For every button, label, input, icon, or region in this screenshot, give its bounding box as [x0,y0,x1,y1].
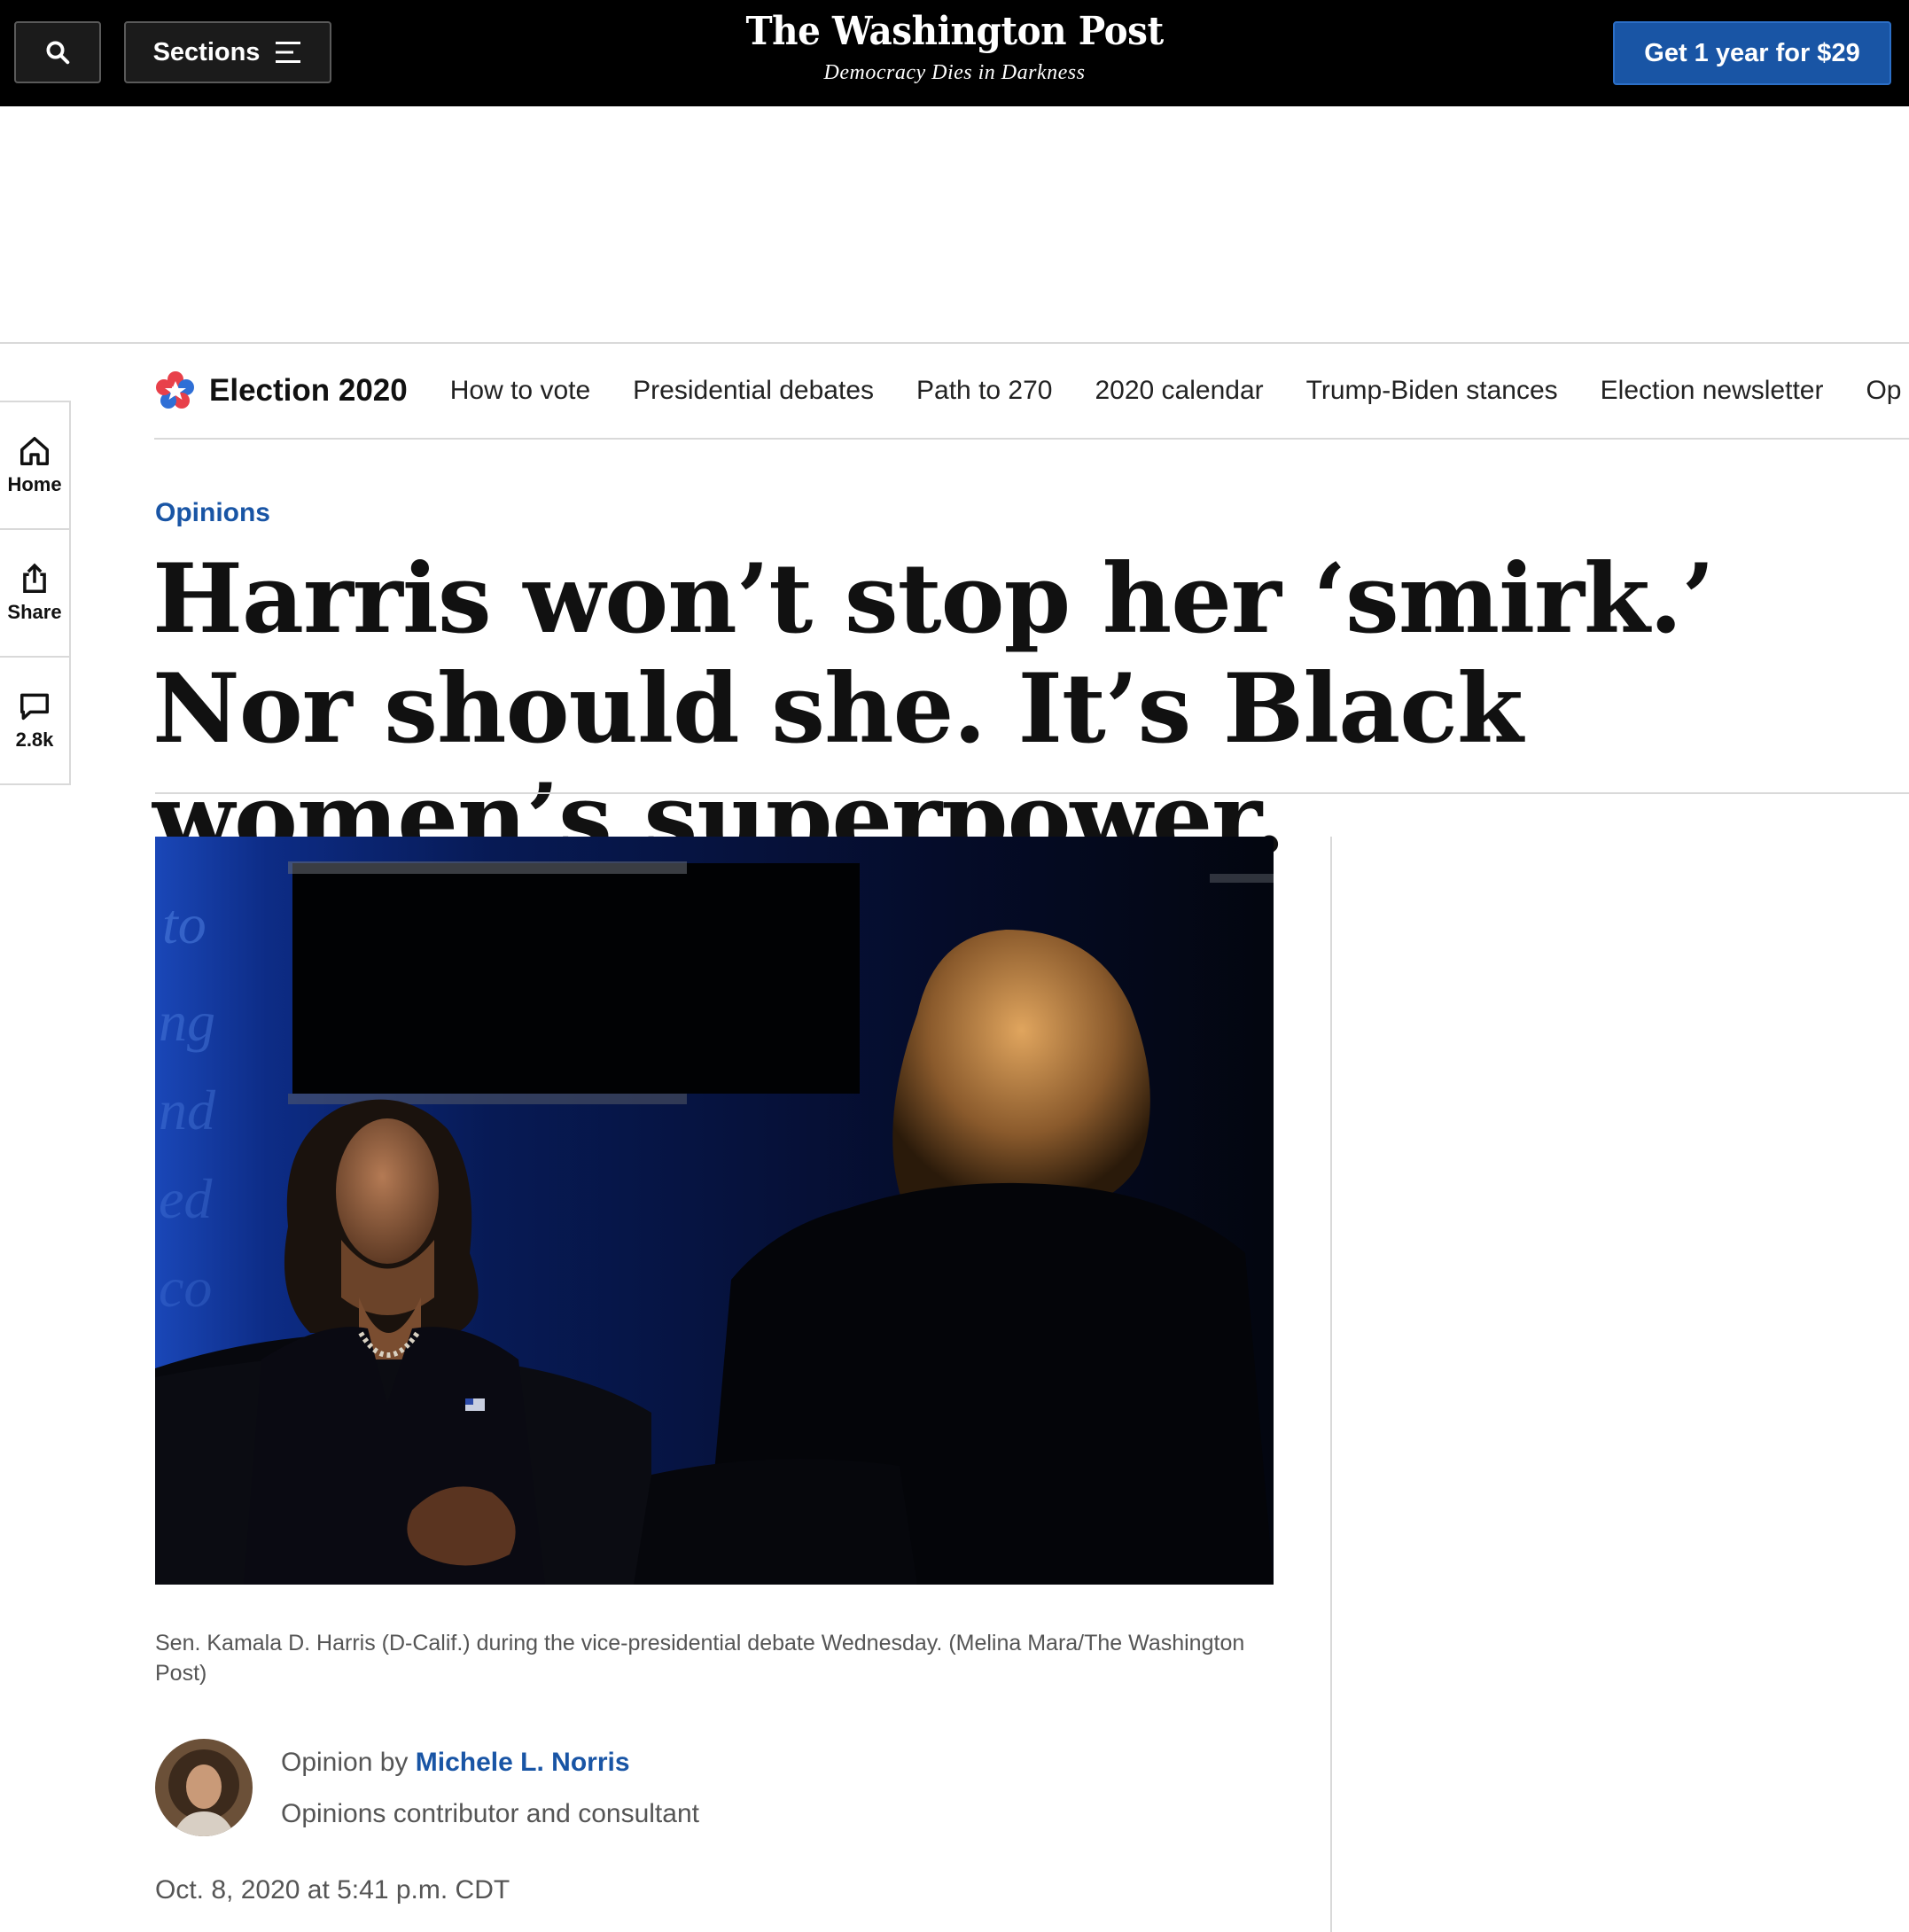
site-header: Sections The Washington Post Democracy D… [0,0,1909,106]
nav-link-how-to-vote[interactable]: How to vote [450,376,590,406]
lead-photo: to ng nd ed co [155,837,1274,1585]
debate-photo-illustration: to ng nd ed co [155,837,1274,1585]
election-brand[interactable]: Election 2020 [154,370,408,412]
rail-share-label: Share [7,601,62,623]
svg-text:ng: ng [159,990,215,1053]
svg-text:to: to [162,892,206,955]
divider [155,792,1909,794]
site-logo[interactable]: The Washington Post [745,7,1164,57]
subscribe-button[interactable]: Get 1 year for $29 [1613,21,1891,85]
nav-link-overflow[interactable]: Op [1866,376,1901,406]
author-link[interactable]: Michele L. Norris [416,1748,630,1777]
nav-link-presidential-debates[interactable]: Presidential debates [633,376,874,406]
nav-link-election-newsletter[interactable]: Election newsletter [1601,376,1824,406]
svg-text:ed: ed [159,1167,213,1230]
author-avatar[interactable] [155,1739,253,1836]
home-icon [20,437,49,465]
left-action-rail: Home Share 2.8k [0,401,71,785]
rail-home-button[interactable]: Home [0,402,69,530]
election-2020-nav: Election 2020 How to vote Presidential d… [154,344,1909,440]
svg-text:co: co [159,1256,212,1319]
rail-share-button[interactable]: Share [0,530,69,658]
comment-icon [20,693,49,721]
rail-comments-count: 2.8k [15,728,54,751]
author-portrait [155,1739,253,1836]
election-star-icon [156,371,194,409]
publish-date: Oct. 8, 2020 at 5:41 p.m. CDT [155,1875,510,1905]
ad-slot [0,106,1909,342]
column-divider [1330,837,1332,1932]
nav-link-2020-calendar[interactable]: 2020 calendar [1095,376,1263,406]
byline-prefix: Opinion by [281,1748,409,1777]
article-headline: Harris won’t stop her ‘smirk.’ Nor shoul… [152,543,1715,875]
photo-caption: Sen. Kamala D. Harris (D-Calif.) during … [155,1631,1245,1686]
author-role: Opinions contributor and consultant [281,1799,699,1828]
nav-link-path-to-270[interactable]: Path to 270 [916,376,1052,406]
nav-link-trump-biden-stances[interactable]: Trump-Biden stances [1306,376,1558,406]
section-kicker[interactable]: Opinions [155,498,270,528]
svg-text:nd: nd [159,1079,216,1141]
election-title: Election 2020 [209,373,408,408]
rail-home-label: Home [7,473,62,495]
share-icon [23,563,46,593]
rail-comments-button[interactable]: 2.8k [0,658,69,783]
byline: Opinion by Michele L. Norris [281,1748,630,1778]
